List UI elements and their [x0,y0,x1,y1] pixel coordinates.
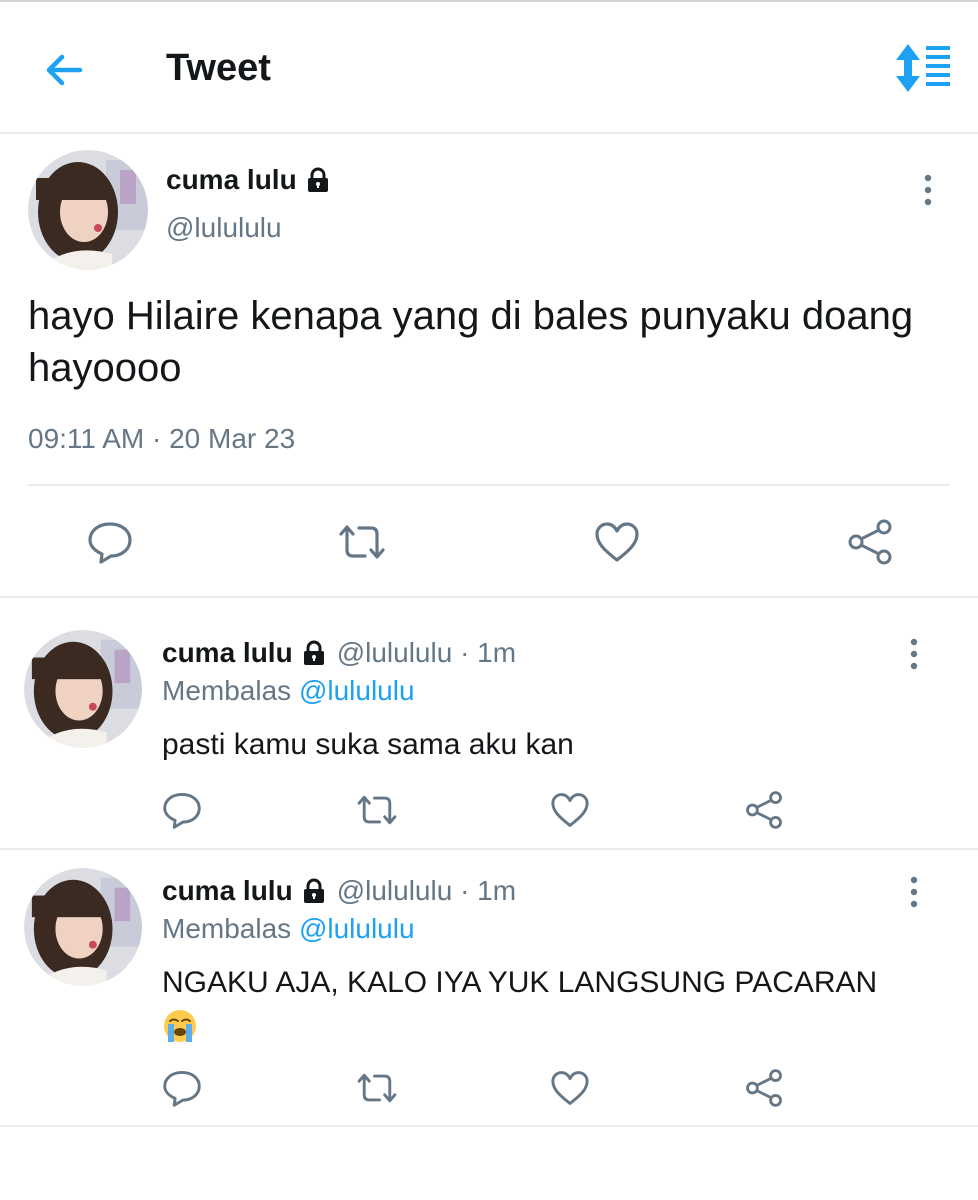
tweet-text: hayo Hilaire kenapa yang di bales punyak… [28,294,914,390]
like-button[interactable] [548,1066,592,1110]
reply-meta: @lulululu · 1m [336,637,517,668]
share-icon [746,1069,782,1107]
avatar[interactable] [24,630,142,748]
retweet-icon [339,525,385,559]
reply-text: pasti kamu suka sama aku kan [162,728,574,761]
reply-text: NGAKU AJA, KALO IYA YUK LANGSUNG PACARAN [162,966,878,999]
retweet-button[interactable] [352,1066,402,1110]
reply-tweet[interactable]: cuma lulu @lulululu · 1m Membalas @lulul… [0,850,978,1127]
author-handle[interactable]: @lulululu [166,212,282,244]
lock-icon [303,878,324,903]
lock-icon [303,640,324,665]
reply-meta: @lulululu · 1m [336,875,517,906]
main-tweet: cuma lulu @lulululu hayo Hilaire kenapa … [0,134,978,598]
share-button[interactable] [742,788,786,832]
replying-label: Membalas [162,675,292,706]
retweet-button[interactable] [334,516,390,568]
share-button[interactable] [742,1066,786,1110]
share-icon [848,519,892,565]
author-name[interactable]: cuma lulu [166,164,297,196]
back-button[interactable] [40,46,88,94]
like-button[interactable] [548,788,592,832]
like-button[interactable] [590,516,644,568]
retweet-button[interactable] [352,788,402,832]
share-button[interactable] [844,516,896,568]
sort-replies-icon [896,44,950,92]
author-name[interactable]: cuma lulu [162,874,293,908]
lock-icon [307,167,328,192]
replying-to: Membalas @lulululu [162,912,415,946]
reply-icon [88,522,132,564]
reply-button[interactable] [160,1066,204,1110]
more-options-icon[interactable] [906,874,922,914]
more-options-icon[interactable] [906,636,922,676]
reply-header: cuma lulu @lulululu · 1m [162,636,516,670]
like-icon [595,522,639,562]
author-name[interactable]: cuma lulu [162,636,293,670]
retweet-icon [357,1073,397,1103]
page-title: Tweet [166,47,271,89]
mention-link[interactable]: @lulululu [299,913,415,944]
sort-replies-button[interactable] [890,42,954,94]
reply-icon [163,1070,201,1107]
author-name-row: cuma lulu [166,164,331,196]
reply-icon [163,792,201,829]
share-icon [746,791,782,829]
reply-header: cuma lulu @lulululu · 1m [162,874,516,908]
reply-button[interactable] [160,788,204,832]
reply-text-block: NGAKU AJA, KALO IYA YUK LANGSUNG PACARAN [162,962,942,1046]
tweet-timestamp[interactable]: 09:11 AM · 20 Mar 23 [28,422,295,456]
arrow-left-icon [46,54,83,86]
more-options-icon[interactable] [920,172,936,212]
like-icon [551,1071,589,1105]
replying-label: Membalas [162,913,292,944]
avatar[interactable] [24,868,142,986]
reply-button[interactable] [84,516,136,568]
retweet-icon [357,795,397,825]
mention-link[interactable]: @lulululu [299,675,415,706]
divider [28,484,950,486]
loudly-crying-face-emoji [164,1010,196,1043]
replying-to: Membalas @lulululu [162,674,415,708]
app-header: Tweet [0,2,978,134]
reply-tweet[interactable]: cuma lulu @lulululu · 1m Membalas @lulul… [0,598,978,850]
like-icon [551,793,589,827]
avatar[interactable] [28,150,148,270]
